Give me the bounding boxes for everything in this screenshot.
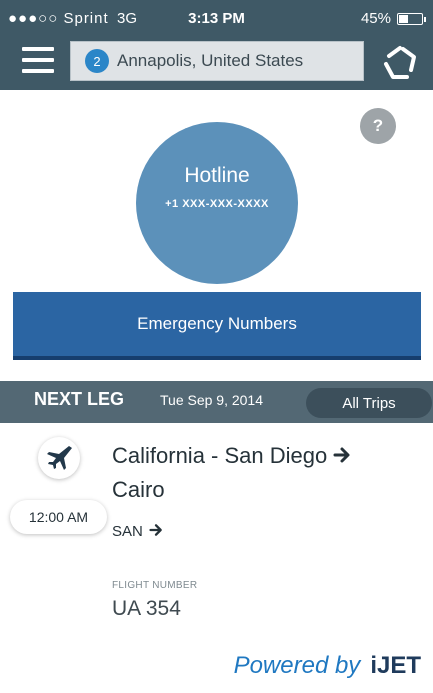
flight-number: UA 354 — [112, 597, 181, 620]
brand-logo: iJET — [370, 652, 421, 679]
flight-number-label: FLIGHT NUMBER — [112, 580, 198, 591]
next-leg-bar: NEXT LEG Tue Sep 9, 2014 All Trips — [0, 381, 433, 423]
origin-code[interactable]: SAN — [112, 523, 163, 541]
origin-code-text: SAN — [112, 523, 143, 540]
all-trips-button[interactable]: All Trips — [306, 388, 432, 418]
hotline-number: +1 XXX-XXX-XXXX — [165, 198, 269, 210]
menu-icon[interactable] — [22, 45, 54, 75]
help-button[interactable]: ? — [360, 108, 396, 144]
route-title[interactable]: California - San Diego — [112, 443, 351, 470]
hotline-title: Hotline — [184, 164, 250, 187]
battery-icon — [397, 12, 426, 25]
battery-percent: 45% — [360, 10, 391, 27]
app-logo-icon[interactable] — [381, 44, 419, 82]
location-text: Annapolis, United States — [117, 51, 304, 70]
status-bar: ●●●○○ Sprint 3G 3:13 PM 45% — [0, 0, 433, 38]
arrow-right-icon — [333, 444, 351, 470]
powered-by: Powered by iJET — [234, 652, 421, 680]
route-line-2: Cairo — [112, 477, 165, 502]
hotline-button[interactable]: Hotline +1 XXX-XXX-XXXX — [136, 122, 298, 284]
arrow-right-icon — [149, 523, 163, 541]
route-line-1: California - San Diego — [112, 443, 328, 468]
top-bar: ●●●○○ Sprint 3G 3:13 PM 45% 2 Annapolis,… — [0, 0, 433, 90]
departure-time: 12:00 AM — [10, 500, 107, 534]
location-selector[interactable]: 2 Annapolis, United States — [70, 41, 364, 81]
emergency-numbers-button[interactable]: Emergency Numbers — [13, 292, 421, 360]
location-count-badge: 2 — [85, 49, 109, 73]
next-leg-date: Tue Sep 9, 2014 — [160, 392, 264, 408]
plane-icon — [38, 437, 80, 479]
next-leg-label: NEXT LEG — [34, 389, 125, 409]
powered-by-text: Powered by — [233, 652, 361, 679]
